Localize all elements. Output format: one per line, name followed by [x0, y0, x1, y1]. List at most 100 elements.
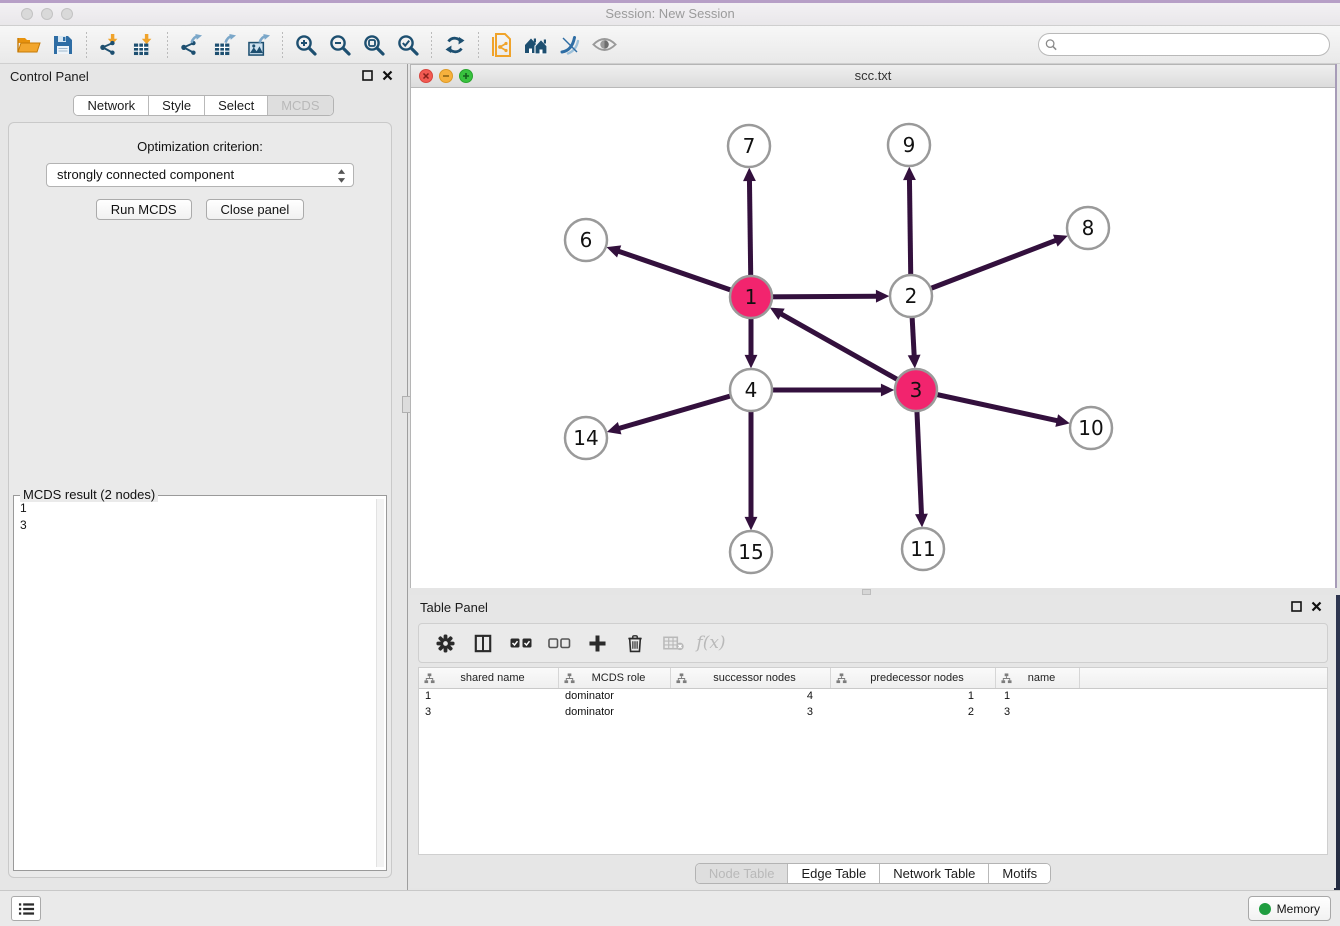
graph-node-10[interactable]: 10	[1070, 407, 1112, 449]
import-table-button[interactable]	[127, 30, 161, 60]
tab-network[interactable]: Network	[74, 96, 148, 115]
import-network-button[interactable]	[93, 30, 127, 60]
table-cell[interactable]: 2	[831, 705, 996, 721]
network-view-window: scc.txt 7 9 6 8 1 2 4 3 14 10 15 11	[410, 64, 1336, 588]
table-row[interactable]: 1dominator411	[419, 689, 1327, 705]
graph-node-9[interactable]: 9	[888, 124, 930, 166]
network-file-button[interactable]	[485, 30, 519, 60]
svg-text:14: 14	[573, 426, 598, 450]
zoom-out-button[interactable]	[323, 30, 357, 60]
create-column-button[interactable]	[583, 628, 611, 658]
float-table-panel-icon[interactable]	[1291, 601, 1302, 612]
network-window-title-bar[interactable]: scc.txt	[411, 65, 1335, 88]
window-edge	[1335, 64, 1337, 588]
hide-all-columns-button[interactable]	[545, 628, 573, 658]
mcds-result-box: MCDS result (2 nodes) 1 3	[13, 495, 387, 871]
export-network-button[interactable]	[174, 30, 208, 60]
graph-node-11[interactable]: 11	[902, 528, 944, 570]
table-cell[interactable]: 4	[671, 689, 831, 705]
mcds-result-scrollbar[interactable]	[376, 499, 384, 867]
table-panel-tabs: Node TableEdge TableNetwork TableMotifs	[695, 863, 1051, 884]
table-panel-header: Table Panel	[410, 595, 1336, 621]
tab-select[interactable]: Select	[204, 96, 267, 115]
trash-icon	[627, 633, 643, 653]
graph-node-3[interactable]: 3	[895, 369, 937, 411]
delete-column-button[interactable]	[621, 628, 649, 658]
close-panel-button[interactable]: Close panel	[206, 199, 305, 220]
swoosh-button[interactable]	[553, 30, 587, 60]
eye-button[interactable]	[587, 30, 621, 60]
tab-network-table[interactable]: Network Table	[879, 864, 988, 883]
tab-node-table[interactable]: Node Table	[696, 864, 788, 883]
refresh-icon	[444, 34, 466, 56]
toolbar-separator	[431, 32, 432, 58]
column-layout-button[interactable]	[469, 628, 497, 658]
graph-node-6[interactable]: 6	[565, 219, 607, 261]
graph-node-1[interactable]: 1	[730, 276, 772, 318]
table-cell[interactable]: 1	[419, 689, 559, 705]
svg-text:4: 4	[745, 378, 758, 402]
table-cell[interactable]: dominator	[559, 705, 671, 721]
column-header-shared-name[interactable]: shared name	[419, 668, 559, 688]
tab-style[interactable]: Style	[148, 96, 204, 115]
tab-mcds[interactable]: MCDS	[267, 96, 332, 115]
refresh-view-button[interactable]	[438, 30, 472, 60]
task-history-button[interactable]	[11, 896, 41, 921]
two-column-layout-icon	[474, 634, 492, 653]
open-session-button[interactable]	[12, 30, 46, 60]
table-cell[interactable]: dominator	[559, 689, 671, 705]
tab-edge-table[interactable]: Edge Table	[787, 864, 879, 883]
column-header-successor-nodes[interactable]: successor nodes	[671, 668, 831, 688]
gear-icon	[436, 634, 455, 653]
table-cell[interactable]: 3	[671, 705, 831, 721]
export-table-button[interactable]	[208, 30, 242, 60]
import-network-icon	[99, 33, 122, 56]
control-panel-tabs: NetworkStyleSelectMCDS	[73, 95, 333, 116]
gray-eye-icon	[592, 36, 617, 53]
show-all-columns-button[interactable]	[507, 628, 535, 658]
save-session-button[interactable]	[46, 30, 80, 60]
svg-text:10: 10	[1078, 416, 1103, 440]
toolbar-separator	[478, 32, 479, 58]
table-cell[interactable]: 3	[419, 705, 559, 721]
graph-node-15[interactable]: 15	[730, 531, 772, 573]
zoom-in-button[interactable]	[289, 30, 323, 60]
function-builder-button[interactable]: f(x)	[697, 628, 725, 658]
column-header-predecessor-nodes[interactable]: predecessor nodes	[831, 668, 996, 688]
float-panel-icon[interactable]	[362, 70, 373, 81]
home-button[interactable]	[519, 30, 553, 60]
graph-node-7[interactable]: 7	[728, 125, 770, 167]
network-canvas[interactable]: 7 9 6 8 1 2 4 3 14 10 15 11	[411, 88, 1335, 588]
column-header-name[interactable]: name	[996, 668, 1080, 688]
table-panel-title: Table Panel	[420, 600, 488, 615]
zoom-fit-button[interactable]	[357, 30, 391, 60]
run-mcds-button[interactable]: Run MCDS	[96, 199, 192, 220]
delete-table-button[interactable]	[659, 628, 687, 658]
table-cell[interactable]: 1	[831, 689, 996, 705]
svg-text:3: 3	[910, 378, 923, 402]
column-header-MCDS-role[interactable]: MCDS role	[559, 668, 671, 688]
graph-node-2[interactable]: 2	[890, 275, 932, 317]
table-cell[interactable]: 3	[996, 705, 1080, 721]
graph-node-8[interactable]: 8	[1067, 207, 1109, 249]
export-image-button[interactable]	[242, 30, 276, 60]
node-table[interactable]: shared nameMCDS rolesuccessor nodesprede…	[418, 667, 1328, 855]
graph-node-4[interactable]: 4	[730, 369, 772, 411]
memory-button[interactable]: Memory	[1248, 896, 1331, 921]
table-cell[interactable]: 1	[996, 689, 1080, 705]
close-table-panel-icon[interactable]	[1311, 601, 1322, 612]
criterion-dropdown[interactable]: strongly connected component	[46, 163, 354, 187]
search-magnifier-icon	[1045, 38, 1057, 51]
graph-edge-2-8[interactable]	[911, 240, 1056, 296]
zoom-selected-button[interactable]	[391, 30, 425, 60]
graph-edge-3-1[interactable]	[781, 314, 916, 390]
graph-node-14[interactable]: 14	[565, 417, 607, 459]
table-settings-button[interactable]	[431, 628, 459, 658]
export-table-icon	[214, 33, 237, 56]
network-canvas-svg[interactable]: 7 9 6 8 1 2 4 3 14 10 15 11	[411, 88, 1335, 588]
table-row[interactable]: 3dominator323	[419, 705, 1327, 721]
tab-motifs[interactable]: Motifs	[988, 864, 1050, 883]
close-panel-icon[interactable]	[382, 70, 393, 81]
panel-splitter[interactable]	[407, 64, 408, 890]
search-input[interactable]	[1038, 33, 1330, 56]
